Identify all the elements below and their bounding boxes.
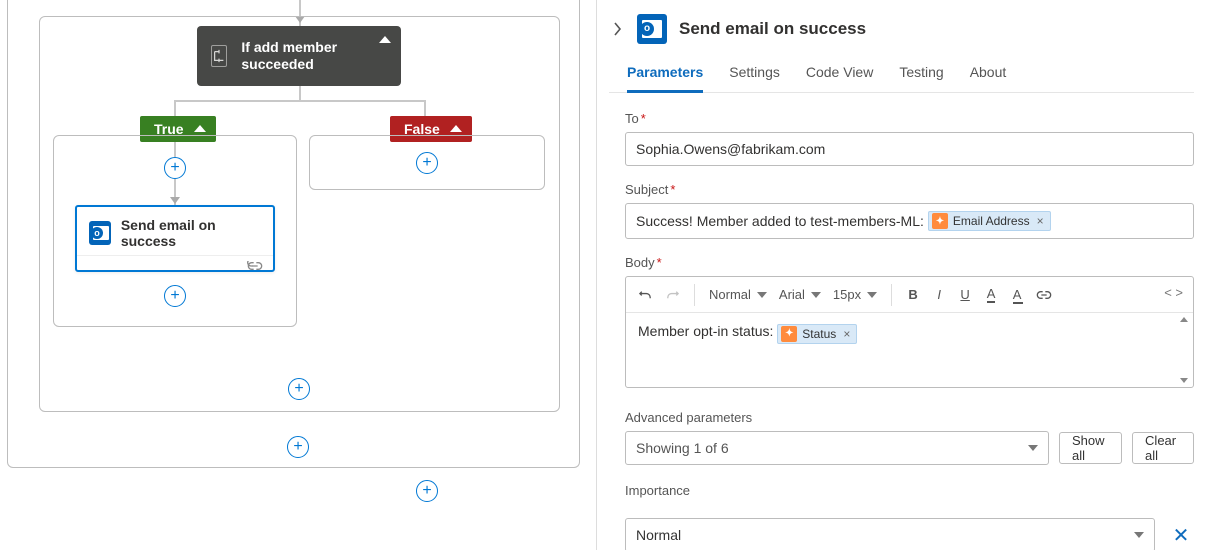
tab-parameters[interactable]: Parameters xyxy=(627,64,703,93)
clear-all-button[interactable]: Clear all xyxy=(1132,432,1194,464)
connector-line xyxy=(424,100,426,116)
chevron-down-icon xyxy=(1028,445,1038,451)
connector-line xyxy=(299,86,301,100)
show-all-button[interactable]: Show all xyxy=(1059,432,1122,464)
scrollbar[interactable] xyxy=(1177,315,1191,385)
token-label: Status xyxy=(802,327,836,341)
to-label: To* xyxy=(625,111,1194,126)
code-view-toggle[interactable]: < > xyxy=(1164,285,1183,300)
advanced-parameters-value: Showing 1 of 6 xyxy=(636,440,729,456)
advanced-parameters-label: Advanced parameters xyxy=(625,410,1194,425)
mailchimp-icon: ✦ xyxy=(781,326,797,342)
font-family-select[interactable]: Arial xyxy=(775,287,825,302)
connector-line xyxy=(174,100,426,102)
tab-about[interactable]: About xyxy=(970,64,1007,92)
collapse-panel-button[interactable] xyxy=(609,21,625,37)
add-action-button[interactable]: + xyxy=(416,152,438,174)
undo-button[interactable] xyxy=(634,282,657,308)
add-action-button[interactable]: + xyxy=(164,157,186,179)
rich-text-toolbar: Normal Arial 15px B I U A A < > xyxy=(626,277,1193,313)
importance-value: Normal xyxy=(636,527,681,543)
body-field[interactable]: Member opt-in status: ✦ Status × xyxy=(626,313,1193,387)
advanced-parameters-dropdown[interactable]: Showing 1 of 6 xyxy=(625,431,1049,465)
insert-link-button[interactable] xyxy=(1032,282,1056,308)
outlook-icon xyxy=(89,221,111,245)
outlook-icon xyxy=(637,14,667,44)
body-text: Member opt-in status: xyxy=(638,323,777,339)
workflow-canvas[interactable]: If add member succeeded True False + xyxy=(0,0,597,550)
action-card-send-email[interactable]: Send email on success xyxy=(75,205,275,272)
subject-field[interactable]: Success! Member added to test-members-ML… xyxy=(625,203,1194,239)
italic-button[interactable]: I xyxy=(928,282,950,308)
add-action-button[interactable]: + xyxy=(416,480,438,502)
body-editor: Normal Arial 15px B I U A A < > Member o… xyxy=(625,276,1194,388)
tab-testing[interactable]: Testing xyxy=(899,64,943,92)
properties-panel: Send email on success Parameters Setting… xyxy=(597,0,1210,550)
panel-title: Send email on success xyxy=(679,19,866,39)
token-label: Email Address xyxy=(953,214,1030,228)
connector-line xyxy=(174,100,176,116)
panel-tabs: Parameters Settings Code View Testing Ab… xyxy=(609,54,1194,93)
link-icon xyxy=(247,258,263,276)
underline-button[interactable]: U xyxy=(954,282,976,308)
tab-settings[interactable]: Settings xyxy=(729,64,780,92)
action-card-title: Send email on success xyxy=(121,217,261,249)
collapse-icon[interactable] xyxy=(450,125,462,133)
connector-line xyxy=(174,142,176,157)
to-value: Sophia.Owens@fabrikam.com xyxy=(636,141,825,157)
paragraph-style-select[interactable]: Normal xyxy=(705,287,771,302)
tab-code-view[interactable]: Code View xyxy=(806,64,873,92)
bold-button[interactable]: B xyxy=(902,282,924,308)
collapse-icon[interactable] xyxy=(379,36,391,44)
token-remove-icon[interactable]: × xyxy=(843,327,850,341)
add-action-button[interactable]: + xyxy=(164,285,186,307)
redo-button[interactable] xyxy=(661,282,684,308)
subject-value: Success! Member added to test-members-ML… xyxy=(636,213,924,229)
dynamic-token-email-address[interactable]: ✦ Email Address × xyxy=(928,211,1051,231)
importance-dropdown[interactable]: Normal xyxy=(625,518,1155,550)
add-action-button[interactable]: + xyxy=(287,436,309,458)
subject-label: Subject* xyxy=(625,182,1194,197)
condition-title: If add member succeeded xyxy=(241,39,365,74)
highlight-button[interactable]: A xyxy=(1006,282,1028,308)
dynamic-token-status[interactable]: ✦ Status × xyxy=(777,324,857,344)
mailchimp-icon: ✦ xyxy=(932,213,948,229)
add-action-button[interactable]: + xyxy=(288,378,310,400)
importance-label: Importance xyxy=(625,483,1194,498)
font-size-select[interactable]: 15px xyxy=(829,287,881,302)
condition-icon xyxy=(211,45,227,67)
font-color-button[interactable]: A xyxy=(980,282,1002,308)
to-field[interactable]: Sophia.Owens@fabrikam.com xyxy=(625,132,1194,166)
connector-arrow-icon xyxy=(170,197,180,204)
condition-card[interactable]: If add member succeeded xyxy=(197,26,401,86)
remove-parameter-button[interactable]: ✕ xyxy=(1169,523,1193,548)
token-remove-icon[interactable]: × xyxy=(1037,214,1044,228)
collapse-icon[interactable] xyxy=(194,125,206,133)
body-label: Body* xyxy=(625,255,1194,270)
chevron-down-icon xyxy=(1134,532,1144,538)
